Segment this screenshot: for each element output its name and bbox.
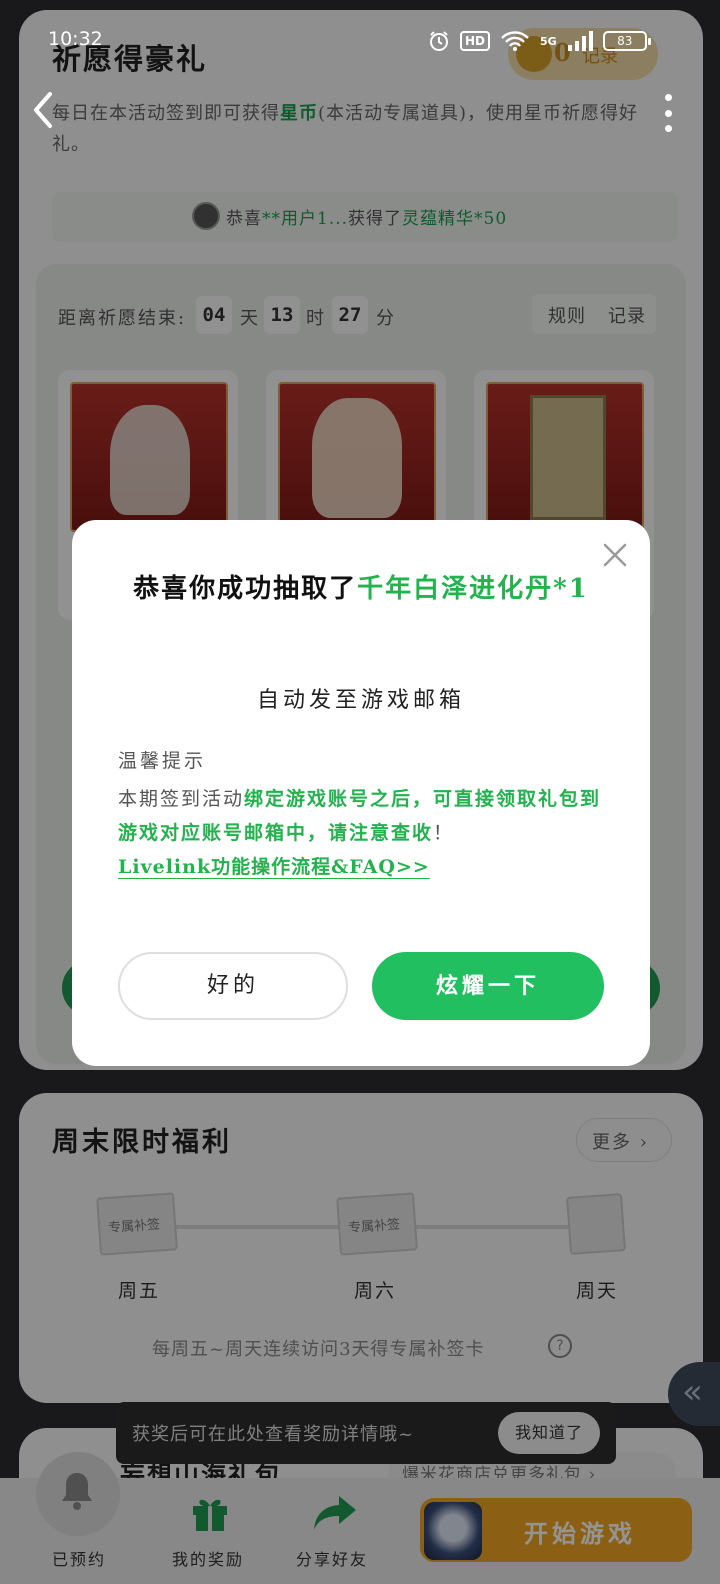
more-options-icon[interactable] [663,94,673,132]
tip-heading: 温馨提示 [118,750,207,772]
alarm-icon [430,31,448,51]
network-type: 5G [540,34,557,48]
status-time: 10:32 [48,28,103,50]
prize-name: 千年白泽进化丹*1 [357,574,589,604]
signal-icon [567,31,593,51]
battery-icon: 83 [602,31,651,51]
dialog-subtitle: 自动发至游戏邮箱 [256,688,465,713]
livelink-faq-link[interactable]: Livelink功能操作流程&FAQ>> [118,852,430,879]
ok-button[interactable]: 好的 [118,952,348,1020]
show-off-button[interactable]: 炫耀一下 [372,952,604,1020]
hd-icon: HD [460,31,491,51]
status-icons: HD 5G 83 [428,26,651,56]
dialog-title: 恭喜你成功抽取了千年白泽进化丹*1 [133,574,589,604]
tip-text: 本期签到活动绑定游戏账号之后，可直接领取礼包到游戏对应账号邮箱中，请注意查收！ [118,788,602,844]
back-arrow-icon[interactable] [28,88,58,132]
wifi-icon [501,31,529,51]
